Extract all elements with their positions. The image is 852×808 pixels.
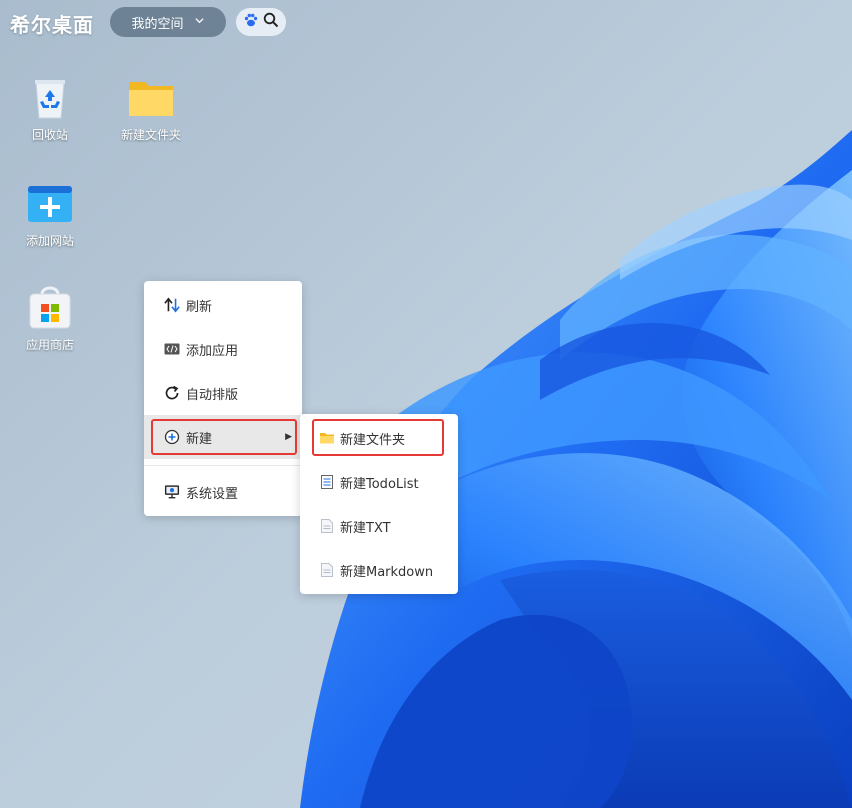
desktop-context-menu: 刷新 添加应用 自动排版 新建 ▶ 系统设置 xyxy=(144,281,302,516)
menu-item-label: 自动排版 xyxy=(186,387,239,403)
menu-item-auto-arrange[interactable]: 自动排版 xyxy=(144,371,302,415)
desktop-icon-label: 新建文件夹 xyxy=(120,128,181,142)
submenu-item-new-todolist[interactable]: 新建TodoList xyxy=(300,460,458,504)
menu-item-label: 刷新 xyxy=(186,299,213,315)
submenu-item-label: 新建TodoList xyxy=(340,476,419,492)
desktop-icon-label: 应用商店 xyxy=(25,338,74,352)
menu-item-add-app[interactable]: 添加应用 xyxy=(144,327,302,371)
recycle-bin-icon xyxy=(26,74,74,122)
submenu-item-label: 新建Markdown xyxy=(340,564,434,580)
submenu-item-new-txt[interactable]: 新建TXT xyxy=(300,504,458,548)
markdown-file-icon xyxy=(320,563,334,577)
desktop-icon-label: 添加网站 xyxy=(25,234,74,248)
folder-icon xyxy=(127,74,175,122)
chevron-down-icon xyxy=(194,15,205,29)
my-space-label: 我的空间 xyxy=(131,16,184,32)
highlight-box-new-folder xyxy=(312,419,444,456)
code-app-icon xyxy=(164,341,180,357)
desktop-icon-label: 回收站 xyxy=(31,128,68,142)
highlight-box-new xyxy=(151,419,297,455)
app-brand-title: 希尔桌面 xyxy=(10,13,94,37)
menu-item-label: 系统设置 xyxy=(186,486,239,502)
menu-item-refresh[interactable]: 刷新 xyxy=(144,283,302,327)
menu-item-system-settings[interactable]: 系统设置 xyxy=(144,470,302,514)
settings-monitor-icon xyxy=(164,484,180,500)
menu-divider xyxy=(144,465,302,466)
menu-item-label: 添加应用 xyxy=(186,343,239,359)
desktop-icon-app-store[interactable]: 应用商店 xyxy=(10,284,90,353)
app-store-icon xyxy=(26,284,74,332)
desktop-icon-new-folder[interactable]: 新建文件夹 xyxy=(111,74,191,143)
auto-arrange-icon xyxy=(164,385,180,401)
search-icon xyxy=(263,12,279,32)
txt-file-icon xyxy=(320,519,334,533)
refresh-icon xyxy=(164,297,180,313)
search-button[interactable] xyxy=(236,8,286,36)
todolist-icon xyxy=(320,475,334,489)
desktop-icon-recycle-bin[interactable]: 回收站 xyxy=(10,74,90,143)
desktop-icon-add-website[interactable]: 添加网站 xyxy=(10,180,90,249)
submenu-item-new-markdown[interactable]: 新建Markdown xyxy=(300,548,458,592)
add-website-icon xyxy=(26,180,74,228)
my-space-dropdown[interactable]: 我的空间 xyxy=(110,7,226,37)
submenu-item-label: 新建TXT xyxy=(340,520,391,536)
baidu-paw-icon xyxy=(243,12,259,32)
